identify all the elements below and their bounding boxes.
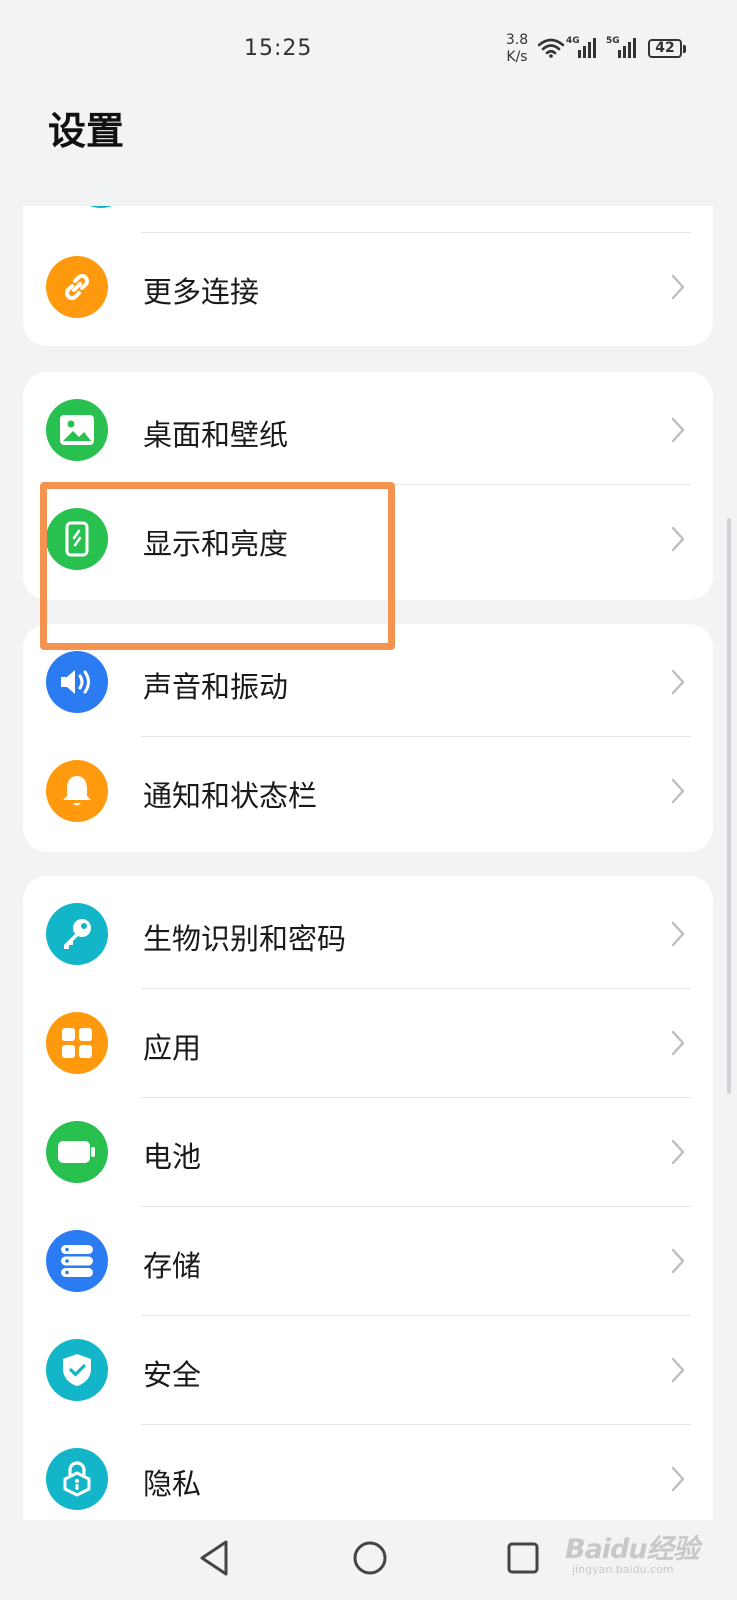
chevron-right-icon (671, 669, 685, 695)
settings-item-label: 安全 (143, 1358, 202, 1392)
chevron-right-icon (671, 526, 685, 552)
page-title: 设置 (48, 109, 125, 153)
signal-strength-icon (578, 38, 596, 58)
settings-item-wallpaper[interactable]: 桌面和壁纸 (23, 376, 713, 484)
storage-icon (46, 1230, 108, 1292)
privacy-lock-icon (46, 1448, 108, 1510)
chevron-right-icon (671, 1466, 685, 1492)
image-icon (46, 399, 108, 461)
settings-item-notifications[interactable]: 通知和状态栏 (23, 737, 713, 845)
settings-group-connections: 更多连接 (23, 206, 713, 346)
highlight-box (40, 482, 395, 650)
watermark: Baidu经验 jingyan.baidu.com (565, 1523, 715, 1583)
wifi-icon (538, 38, 564, 58)
settings-item-privacy[interactable]: 隐私 (23, 1425, 713, 1526)
settings-item-label: 通知和状态栏 (143, 779, 318, 813)
chevron-right-icon (671, 1248, 685, 1274)
settings-item-biometrics-password[interactable]: 生物识别和密码 (23, 880, 713, 988)
battery-indicator: 42 (648, 39, 686, 58)
scrollbar[interactable] (727, 518, 731, 1094)
speaker-icon (46, 651, 108, 713)
settings-item-label: 桌面和壁纸 (143, 418, 289, 452)
watermark-text: Baidu经验 (565, 1534, 700, 1565)
settings-item-label: 应用 (143, 1031, 202, 1065)
settings-item-label: 生物识别和密码 (143, 922, 347, 956)
status-time: 15:25 (244, 36, 313, 61)
key-icon (46, 903, 108, 965)
settings-item-storage[interactable]: 存储 (23, 1207, 713, 1315)
home-icon[interactable] (350, 1538, 390, 1578)
apps-grid-icon (46, 1012, 108, 1074)
watermark-url: jingyan.baidu.com (572, 1563, 674, 1576)
signal-strength-icon (618, 38, 636, 58)
status-bar: 15:25 3.8 K/s 4G 5G 42 (0, 0, 737, 90)
chevron-right-icon (671, 1139, 685, 1165)
settings-item-battery[interactable]: 电池 (23, 1098, 713, 1206)
settings-item-label: 存储 (143, 1249, 202, 1283)
back-icon[interactable] (198, 1538, 230, 1578)
settings-item-security[interactable]: 安全 (23, 1316, 713, 1424)
settings-item-label: 声音和振动 (143, 670, 289, 704)
settings-item-label: 更多连接 (143, 275, 260, 309)
chevron-right-icon (671, 274, 685, 300)
chevron-right-icon (671, 417, 685, 443)
settings-item-more-connections[interactable]: 更多连接 (23, 233, 713, 341)
chevron-right-icon (671, 1030, 685, 1056)
chevron-right-icon (671, 921, 685, 947)
settings-group-system: 生物识别和密码 应用 电池 存储 安全 隐私 (23, 876, 713, 1526)
shield-check-icon (46, 1339, 108, 1401)
link-icon (46, 256, 108, 318)
network-speed: 3.8 K/s (505, 32, 529, 65)
recents-icon[interactable] (505, 1538, 541, 1578)
partial-item-icon (70, 206, 132, 208)
settings-item-label: 隐私 (143, 1467, 202, 1501)
battery-icon (46, 1121, 108, 1183)
chevron-right-icon (671, 1357, 685, 1383)
bell-icon (46, 760, 108, 822)
settings-item-label: 电池 (143, 1140, 202, 1174)
settings-item-apps[interactable]: 应用 (23, 989, 713, 1097)
settings-group-sound-notifications: 声音和振动 通知和状态栏 (23, 624, 713, 852)
chevron-right-icon (671, 778, 685, 804)
